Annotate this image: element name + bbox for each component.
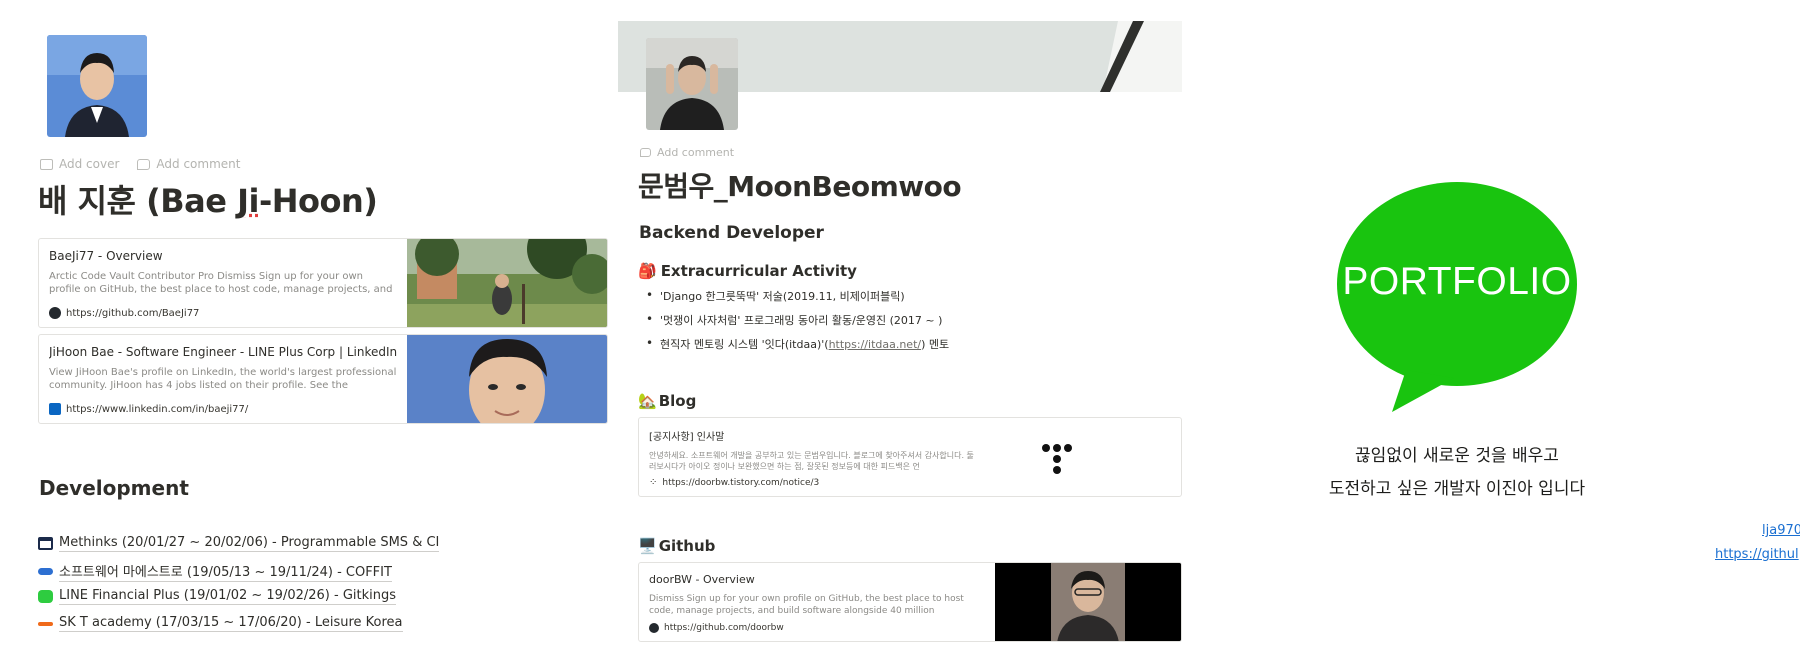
house-icon: 🏡 [638, 392, 657, 410]
sk-icon [38, 621, 53, 626]
profile-avatar[interactable] [47, 35, 147, 137]
card-url: https://www.linkedin.com/in/baeji77/ [49, 403, 248, 415]
portfolio-speech-bubble: PORTFOLIO [1336, 182, 1578, 414]
bookmark-card-blog[interactable]: [공지사항] 인사말 안녕하세요. 소프트웨어 개발을 공부하고 있는 문범우입… [638, 417, 1182, 497]
add-comment-button[interactable]: Add comment [137, 157, 240, 171]
slogan-line-1: 끊임없이 새로운 것을 배우고 [1355, 446, 1559, 466]
development-item-swmaestro[interactable]: 소프트웨어 마에스트로 (19/05/13 ~ 19/11/24) - COFF… [38, 561, 392, 582]
add-comment-button[interactable]: Add comment [640, 146, 734, 159]
backpack-icon: 🎒 [638, 262, 657, 280]
card-thumbnail [407, 335, 607, 423]
card-url: https://github.com/BaeJi77 [49, 307, 199, 319]
comment-icon [640, 148, 651, 157]
github-icon [649, 623, 659, 633]
card-description: View JiHoon Bae's profile on LinkedIn, t… [49, 367, 397, 391]
profile-page-bae-jihoon: Add cover Add comment 배 지훈 (Bae Ji-Hoon)… [0, 0, 612, 666]
card-url: https://github.com/doorbw [649, 623, 784, 633]
add-cover-button[interactable]: Add cover [40, 157, 119, 171]
comment-icon [137, 158, 151, 170]
computer-icon: 🖥️ [638, 537, 657, 555]
activity-item: 'Django 한그릇뚝딱' 저술(2019.11, 비제이퍼블릭) [646, 288, 905, 304]
image-icon [40, 158, 53, 170]
portfolio-title: PORTFOLIO [1342, 260, 1572, 303]
section-heading-github: 🖥️ Github [638, 537, 716, 555]
card-title: BaeJi77 - Overview [49, 249, 163, 263]
card-description: 안녕하세요. 소프트웨어 개발을 공부하고 있는 문범우입니다. 블로그에 찾아… [649, 451, 974, 471]
bookmark-card-linkedin[interactable]: JiHoon Bae - Software Engineer - LINE Pl… [38, 334, 608, 424]
tistory-icon: ⁘ [649, 477, 658, 488]
card-url: ⁘ https://doorbw.tistory.com/notice/3 [649, 477, 820, 488]
email-link[interactable]: lja970 [1762, 523, 1800, 538]
page-title[interactable]: 배 지훈 (Bae Ji-Hoon) [38, 176, 378, 222]
development-item-methinks[interactable]: Methinks (20/01/27 ~ 20/02/06) - Program… [38, 535, 440, 552]
card-description: Arctic Code Vault Contributor Pro Dismis… [49, 271, 393, 295]
tistory-logo-icon [981, 418, 1181, 496]
section-heading-development: Development [39, 476, 189, 500]
card-thumbnail [995, 563, 1181, 641]
card-description: Dismiss Sign up for your own profile on … [649, 594, 964, 616]
section-heading-blog: 🏡 Blog [638, 392, 697, 410]
bookmark-card-github[interactable]: doorBW - Overview Dismiss Sign up for yo… [638, 562, 1182, 642]
page-title[interactable]: 문범우_MoonBeomwoo [638, 165, 962, 205]
activity-item: '멋쟁이 사자처럼' 프로그래밍 동아리 활동/운영진 (2017 ~ ) [646, 312, 942, 328]
profile-page-moon-beomwoo: Add comment 문범우_MoonBeomwoo Backend Deve… [618, 0, 1188, 666]
card-thumbnail [407, 239, 607, 327]
card-title: [공지사항] 인사말 [649, 432, 725, 443]
github-icon [49, 307, 61, 319]
linkedin-icon [49, 403, 61, 415]
portfolio-cover: PORTFOLIO 끊임없이 새로운 것을 배우고 도전하고 싶은 개발자 이진… [1190, 0, 1800, 666]
github-link[interactable]: https://githul [1715, 547, 1799, 562]
activity-item: 현직자 멘토링 시스템 '잇다(itdaa)'(https://itdaa.ne… [646, 336, 949, 352]
page-subtitle: Backend Developer [639, 223, 824, 243]
development-item-line[interactable]: LINE Financial Plus (19/01/02 ~ 19/02/26… [38, 588, 397, 605]
development-item-skt-academy[interactable]: SK T academy (17/03/15 ~ 17/06/20) - Lei… [38, 615, 403, 632]
methinks-icon [38, 537, 53, 550]
bookmark-card-github[interactable]: BaeJi77 - Overview Arctic Code Vault Con… [38, 238, 608, 328]
section-heading-activity: 🎒 Extracurricular Activity [638, 262, 857, 280]
card-title: doorBW - Overview [649, 573, 755, 586]
slogan-line-2: 도전하고 싶은 개발자 이진아 입니다 [1328, 479, 1586, 499]
line-icon [38, 590, 53, 603]
swmaestro-icon [38, 568, 53, 575]
itdaa-link[interactable]: https://itdaa.net/ [829, 338, 922, 351]
card-title: JiHoon Bae - Software Engineer - LINE Pl… [49, 345, 397, 359]
profile-avatar[interactable] [646, 38, 738, 130]
